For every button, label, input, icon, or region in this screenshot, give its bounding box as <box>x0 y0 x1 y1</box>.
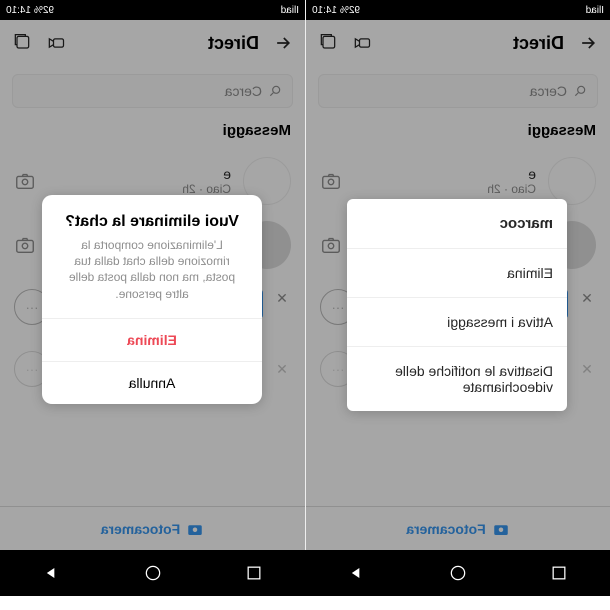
battery: 92% <box>340 5 360 16</box>
status-bar: Iliad 92%14:10 <box>0 0 305 20</box>
battery: 92% <box>34 5 54 16</box>
bottom-strip <box>0 596 610 610</box>
status-bar: Iliad 92%14:10 <box>306 0 610 20</box>
dialog-confirm-button[interactable]: Elimina <box>42 318 262 361</box>
status-time: 14:10 <box>312 5 337 16</box>
nav-recent-icon[interactable] <box>549 563 569 583</box>
nav-recent-icon[interactable] <box>244 563 264 583</box>
dialog-cancel-button[interactable]: Annulla <box>42 361 262 404</box>
dialog-body: L'eliminazione comporta la rimozione del… <box>42 237 262 318</box>
sheet-item-delete[interactable]: Elimina <box>347 249 567 298</box>
carrier: Iliad <box>281 5 299 16</box>
sheet-item-activate-msgs[interactable]: Attiva i messaggi <box>347 298 567 347</box>
action-sheet: marcoc Elimina Attiva i messaggi Disatti… <box>347 199 567 411</box>
nav-home-icon[interactable] <box>448 563 468 583</box>
nav-home-icon[interactable] <box>143 563 163 583</box>
screen-left: Iliad 92%14:10 Direct Cerca Messaggi eCi… <box>305 0 610 550</box>
android-navbar <box>0 550 610 596</box>
screen-right: Iliad 92%14:10 Direct Cerca Messaggi eCi… <box>0 0 305 550</box>
nav-back-icon[interactable] <box>41 563 61 583</box>
nav-back-icon[interactable] <box>346 563 366 583</box>
carrier: Iliad <box>586 5 604 16</box>
status-time: 14:10 <box>6 5 31 16</box>
sheet-title: marcoc <box>347 199 567 249</box>
sheet-item-disable-video-notif[interactable]: Disattiva le notifiche delle videochiama… <box>347 347 567 411</box>
dialog-title: Vuoi eliminare la chat? <box>42 195 262 237</box>
confirm-dialog: Vuoi eliminare la chat? L'eliminazione c… <box>42 195 262 404</box>
